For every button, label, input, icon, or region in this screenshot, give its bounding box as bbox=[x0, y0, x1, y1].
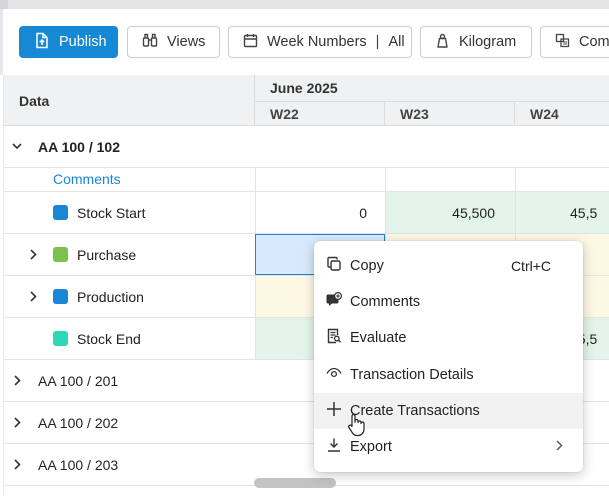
toolbar: Publish Views Week Numbers | All Kilogra… bbox=[0, 9, 609, 75]
views-button[interactable]: Views bbox=[127, 26, 220, 58]
eye-icon bbox=[326, 365, 350, 385]
week-numbers-label: Week Numbers bbox=[267, 34, 367, 50]
copy-label: Copy bbox=[350, 258, 384, 274]
series-color-swatch bbox=[53, 205, 68, 220]
chevron-right-icon[interactable] bbox=[10, 458, 24, 472]
weight-icon bbox=[435, 33, 459, 52]
value-cell[interactable]: 45,5 bbox=[515, 192, 609, 233]
row-label: Production bbox=[77, 288, 144, 305]
hand-cursor-icon bbox=[347, 413, 365, 440]
top-strip bbox=[0, 0, 609, 9]
publish-icon bbox=[34, 32, 59, 53]
unit-label: Kilogram bbox=[459, 34, 517, 50]
series-color-swatch bbox=[53, 289, 68, 304]
export-label: Export bbox=[350, 439, 392, 455]
evaluate-icon bbox=[326, 328, 350, 348]
comments-label: Comments bbox=[350, 294, 421, 310]
menu-item-evaluate[interactable]: Evaluate bbox=[314, 320, 583, 356]
group-label: AA 100 / 203 bbox=[38, 456, 119, 473]
comment-cell[interactable] bbox=[255, 168, 385, 191]
menu-item-copy[interactable]: Copy Ctrl+C bbox=[314, 248, 583, 284]
comments-row: Comments bbox=[4, 168, 609, 192]
value-cell[interactable]: 0 bbox=[255, 192, 385, 233]
week-header-w22[interactable]: W22 bbox=[255, 101, 385, 126]
value-cell[interactable]: 45,500 bbox=[385, 192, 515, 233]
download-icon bbox=[326, 437, 350, 457]
week-numbers-button[interactable]: Week Numbers | All bbox=[228, 26, 412, 58]
chevron-right-icon bbox=[556, 439, 571, 455]
group-row[interactable]: AA 100 / 102 bbox=[4, 126, 609, 168]
copy-shortcut: Ctrl+C bbox=[510, 258, 551, 274]
row-label: Stock Start bbox=[77, 204, 146, 221]
chevron-right-icon[interactable] bbox=[26, 290, 40, 304]
copy-icon bbox=[326, 256, 350, 276]
create-transactions-label: Create Transactions bbox=[350, 403, 480, 419]
series-color-swatch bbox=[53, 247, 68, 262]
horizontal-scrollbar[interactable] bbox=[254, 478, 336, 488]
row-label: Stock End bbox=[77, 330, 141, 347]
row-label: Purchase bbox=[77, 246, 137, 263]
comment-cell[interactable] bbox=[515, 168, 609, 191]
chevron-down-icon[interactable] bbox=[10, 140, 24, 154]
views-label: Views bbox=[167, 34, 206, 50]
unit-button[interactable]: Kilogram bbox=[420, 26, 532, 58]
chevron-right-icon[interactable] bbox=[10, 416, 24, 430]
week-header-w23[interactable]: W23 bbox=[385, 101, 515, 126]
grid-header: Data June 2025 W22 W23 W24 bbox=[4, 75, 609, 126]
separator: | bbox=[375, 34, 380, 50]
calendar-icon bbox=[243, 33, 267, 52]
menu-item-transaction-details[interactable]: Transaction Details bbox=[314, 357, 583, 393]
week-header-w24[interactable]: W24 bbox=[515, 101, 609, 126]
compare-button[interactable]: Comp bbox=[540, 26, 609, 58]
top-strip-edge bbox=[0, 0, 8, 9]
group-label: AA 100 / 201 bbox=[38, 372, 119, 389]
menu-item-comments[interactable]: Comments bbox=[314, 284, 583, 320]
comments-link[interactable]: Comments bbox=[53, 171, 121, 187]
chevron-right-icon[interactable] bbox=[26, 248, 40, 262]
publish-button[interactable]: Publish bbox=[19, 26, 118, 58]
evaluate-label: Evaluate bbox=[350, 330, 407, 346]
binoculars-icon bbox=[142, 32, 167, 52]
group-label: AA 100 / 202 bbox=[38, 414, 119, 431]
transaction-details-label: Transaction Details bbox=[350, 367, 474, 383]
data-column-header: Data bbox=[4, 75, 255, 126]
series-color-swatch bbox=[53, 331, 68, 346]
group-label: AA 100 / 102 bbox=[38, 138, 120, 155]
compare-label: Comp bbox=[579, 34, 609, 50]
chevron-right-icon[interactable] bbox=[10, 374, 24, 388]
comment-cell[interactable] bbox=[385, 168, 515, 191]
month-header: June 2025 bbox=[270, 80, 338, 96]
table-row: Stock Start 0 45,500 45,5 bbox=[4, 192, 609, 234]
comment-add-icon bbox=[326, 291, 350, 312]
week-scope-label: All bbox=[388, 34, 405, 50]
compare-icon bbox=[555, 33, 579, 52]
publish-label: Publish bbox=[59, 34, 107, 50]
